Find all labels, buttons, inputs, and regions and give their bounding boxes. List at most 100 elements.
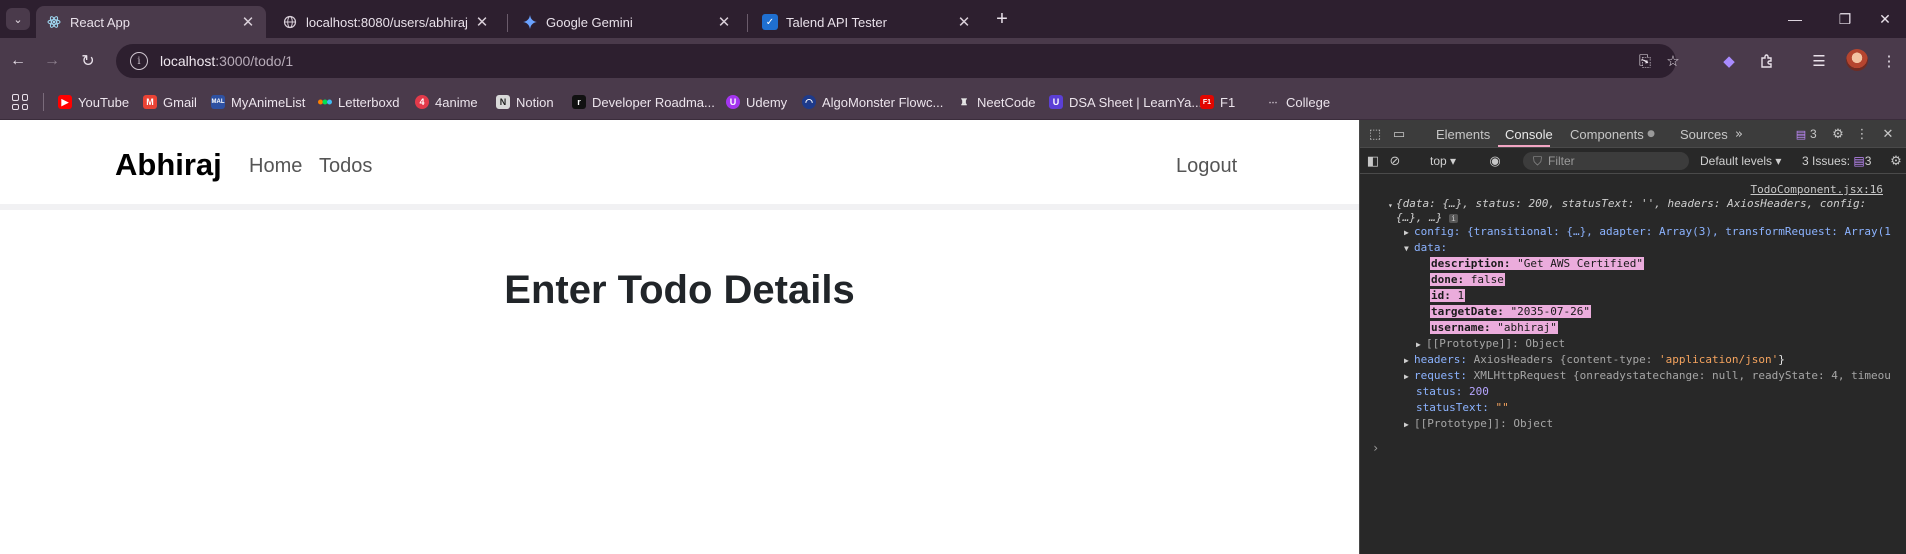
field-id[interactable]: id: 1 [1430, 288, 1466, 304]
prototype-row[interactable]: ▶ [[Prototype]]: Object [1404, 416, 1553, 433]
address-bar[interactable]: i localhost:3000/todo/1 ⎘ ☆ [116, 44, 1680, 78]
inspect-element-icon[interactable]: ⬚ [1366, 125, 1384, 143]
bookmark-notion[interactable]: N Notion [496, 93, 554, 111]
data-prototype: [[Prototype]]: Object [1426, 337, 1566, 350]
issues-link[interactable]: 3 Issues: ▤3 [1802, 154, 1871, 168]
4anime-icon: 4 [415, 95, 429, 109]
close-devtools-icon[interactable]: ✕ [1879, 125, 1897, 143]
field-key: done: [1431, 273, 1465, 286]
expanded-triangle-icon[interactable]: ▾ [1388, 198, 1393, 214]
field-value: "Get AWS Certified" [1517, 257, 1643, 270]
field-description[interactable]: description: "Get AWS Certified" [1430, 256, 1644, 272]
headers-value: AxiosHeaders {content-type: [1473, 353, 1660, 366]
issues-badge-icon[interactable]: ▤ [1792, 125, 1810, 143]
bookmark-f1[interactable]: F1 F1 [1200, 93, 1235, 111]
field-username[interactable]: username: "abhiraj" [1430, 320, 1558, 336]
close-icon[interactable]: ✕ [474, 13, 490, 31]
settings-gear-icon[interactable]: ⚙ [1829, 125, 1847, 143]
console-prompt[interactable]: › [1372, 440, 1379, 456]
algomonster-icon: ◠ [802, 95, 816, 109]
close-icon[interactable]: ✕ [716, 13, 732, 31]
clear-console-icon[interactable]: ⊘ [1386, 152, 1404, 170]
new-tab-button[interactable]: + [990, 8, 1014, 30]
nav-link-home[interactable]: Home [249, 155, 302, 178]
minimize-button[interactable]: — [1772, 6, 1818, 32]
notion-icon: N [496, 95, 510, 109]
nav-link-logout[interactable]: Logout [1176, 155, 1237, 178]
issues-count[interactable]: 3 [1810, 127, 1817, 141]
bookmark-label: Udemy [746, 94, 788, 110]
tab-google-gemini[interactable]: Google Gemini ✕ [512, 6, 742, 38]
tab-sources[interactable]: Sources [1680, 127, 1728, 142]
bookmark-gmail[interactable]: M Gmail [143, 93, 197, 111]
log-levels-dropdown[interactable]: Default levels ▾ [1700, 154, 1781, 168]
config-line: config: {transitional: {…}, adapter: Arr… [1414, 225, 1891, 238]
bookmark-label: DSA Sheet | LearnYa... [1069, 94, 1203, 110]
bookmark-college[interactable]: ⋯ College [1266, 93, 1331, 111]
console-filter-input[interactable]: ⛉ Filter [1523, 152, 1689, 170]
close-window-button[interactable]: ✕ [1862, 6, 1906, 32]
tab-search-button[interactable]: ⌄ [6, 8, 30, 30]
udemy-icon: U [726, 95, 740, 109]
tab-react-app[interactable]: React App ✕ [36, 6, 266, 38]
avatar[interactable] [1846, 49, 1868, 71]
bookmark-label: AlgoMonster Flowc... [822, 94, 944, 110]
dsa-icon: U [1049, 95, 1063, 109]
field-value: "abhiraj" [1497, 321, 1557, 334]
data-prototype-row[interactable]: ▶ [[Prototype]]: Object [1416, 336, 1565, 353]
gmail-icon: M [143, 95, 157, 109]
browser-toolbar: ← → ↻ i localhost:3000/todo/1 ⎘ ☆ ◆ ☰ ⋮ [0, 38, 1906, 84]
brand-logo[interactable]: Abhiraj [115, 147, 222, 183]
bookmark-label: Developer Roadma... [592, 94, 715, 110]
extensions-puzzle-icon[interactable] [1756, 50, 1778, 72]
headers-row[interactable]: ▶ headers: AxiosHeaders {content-type: 'a… [1404, 352, 1785, 369]
tab-console[interactable]: Console [1505, 127, 1553, 142]
bookmark-letterboxd[interactable]: Letterboxd [318, 93, 399, 111]
config-row[interactable]: ▶ config: {transitional: {…}, adapter: Ar… [1404, 224, 1891, 241]
field-value: 1 [1457, 289, 1465, 302]
tab-talend-api-tester[interactable]: ✓ Talend API Tester ✕ [752, 6, 982, 38]
bookmark-algomonster[interactable]: ◠ AlgoMonster Flowc... [802, 93, 943, 111]
bookmark-udemy[interactable]: U Udemy [726, 93, 787, 111]
more-tabs-icon[interactable]: » [1730, 125, 1748, 143]
reading-list-icon[interactable]: ☰ [1808, 50, 1830, 72]
bookmark-neetcode[interactable]: ♜ NeetCode [957, 93, 1036, 111]
restore-icon: ❐ [1838, 10, 1852, 27]
back-button[interactable]: ← [6, 49, 30, 73]
live-expression-eye-icon[interactable]: ◉ [1486, 152, 1504, 170]
field-value: "2035-07-26" [1510, 305, 1590, 318]
request-row[interactable]: ▶ request: XMLHttpRequest {onreadystatech… [1404, 368, 1891, 385]
field-targetdate[interactable]: targetDate: "2035-07-26" [1430, 304, 1591, 320]
field-done[interactable]: done: false [1430, 272, 1505, 288]
bookmark-4anime[interactable]: 4 4anime [415, 93, 478, 111]
bookmark-star-icon[interactable]: ☆ [1664, 52, 1682, 70]
forward-button[interactable]: → [40, 49, 64, 73]
bookmark-myanimelist[interactable]: MAL MyAnimeList [211, 93, 305, 111]
tab-elements[interactable]: Elements [1436, 127, 1490, 142]
nav-link-todos[interactable]: Todos [319, 155, 372, 178]
prompt-chevron-icon: › [1372, 441, 1380, 455]
close-icon[interactable]: ✕ [240, 13, 256, 31]
bookmarks-separator [43, 93, 44, 111]
tab-title: React App [70, 14, 130, 30]
more-options-icon[interactable]: ⋮ [1853, 125, 1871, 143]
bookmarks-bar: ▶ YouTube M Gmail MAL MyAnimeList Letterbox… [0, 84, 1906, 120]
bookmark-youtube[interactable]: ▶ YouTube [58, 93, 129, 111]
data-row[interactable]: ▼ data: [1404, 240, 1447, 257]
log-summary-line[interactable]: {data: {…}, status: 200, statusText: '',… [1396, 196, 1866, 212]
reload-button[interactable]: ↻ [76, 49, 100, 73]
extension-gem-icon[interactable]: ◆ [1718, 50, 1740, 72]
console-settings-gear-icon[interactable]: ⚙ [1887, 152, 1905, 170]
sidebar-toggle-icon[interactable]: ◧ [1364, 152, 1382, 170]
install-app-icon[interactable]: ⎘ [1636, 52, 1654, 70]
menu-kebab-icon[interactable]: ⋮ [1878, 50, 1900, 72]
bookmark-developer-roadmap[interactable]: r Developer Roadma... [572, 93, 715, 111]
context-selector[interactable]: top ▾ [1430, 154, 1456, 168]
tab-localhost-8080[interactable]: localhost:8080/users/abhiraj/to ✕ [272, 6, 500, 38]
close-icon[interactable]: ✕ [956, 13, 972, 31]
bookmark-dsa-sheet[interactable]: U DSA Sheet | LearnYa... [1049, 93, 1202, 111]
device-toolbar-icon[interactable]: ▭ [1390, 125, 1408, 143]
tab-components[interactable]: Components [1570, 127, 1644, 142]
site-info-icon[interactable]: i [130, 52, 148, 70]
apps-grid-icon[interactable] [12, 94, 28, 110]
